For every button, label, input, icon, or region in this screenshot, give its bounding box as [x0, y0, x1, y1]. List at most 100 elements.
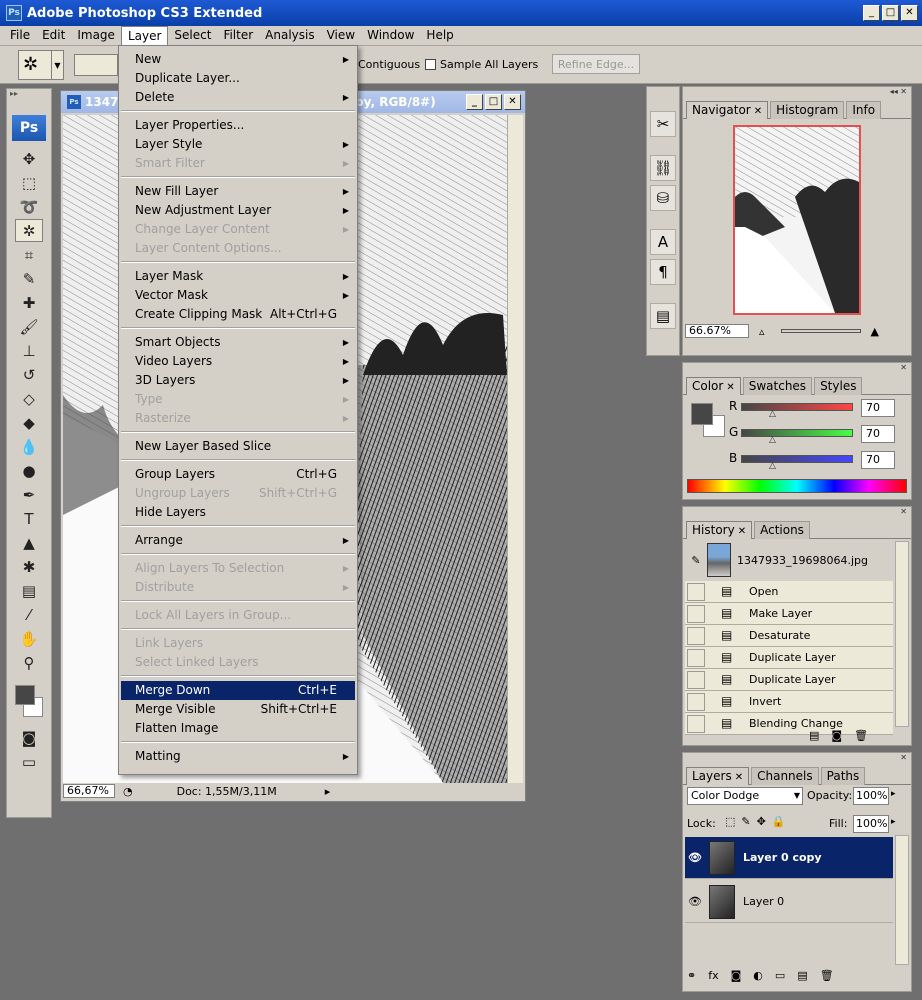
chevron-down-icon[interactable]: ▼ [51, 51, 63, 79]
menu-item-new[interactable]: New ▶ [121, 50, 355, 69]
fill-arrow-icon[interactable]: ▸ [891, 817, 896, 827]
menu-item-3d-layers[interactable]: 3D Layers ▶ [121, 371, 355, 390]
paragraph-icon[interactable]: ¶ [650, 259, 676, 285]
tab-swatches[interactable]: Swatches [742, 377, 813, 395]
close-icon[interactable]: ✕ [735, 772, 743, 783]
healing-brush-icon[interactable]: ✚ [15, 291, 43, 314]
document-vertical-scrollbar[interactable] [507, 115, 523, 783]
navigator-zoom-field[interactable]: 66.67% [685, 324, 749, 338]
history-source-checkbox[interactable] [687, 692, 705, 711]
trash-icon[interactable]: 🗑 [854, 729, 868, 742]
menu-item-merge-visible[interactable]: Merge Visible Shift+Ctrl+E [121, 700, 355, 719]
history-source-checkbox[interactable] [687, 604, 705, 623]
menu-item-layer-style[interactable]: Layer Style ▶ [121, 135, 355, 154]
status-menu-icon[interactable]: ◔ [123, 785, 133, 798]
close-icon[interactable]: ✕ [726, 382, 734, 393]
color-spectrum-ramp[interactable] [687, 479, 907, 493]
menu-item-duplicate-layer[interactable]: Duplicate Layer... [121, 69, 355, 88]
eyedropper-tool-icon[interactable]: ⁄ [15, 603, 43, 626]
menu-window[interactable]: Window [361, 26, 420, 45]
hand-tool-icon[interactable]: ✋ [15, 627, 43, 650]
menu-view[interactable]: View [321, 26, 361, 45]
menu-item-layer-properties[interactable]: Layer Properties... [121, 116, 355, 135]
history-source-checkbox[interactable] [687, 714, 705, 733]
lasso-tool-icon[interactable]: ➰ [15, 195, 43, 218]
channel-r-slider[interactable] [741, 403, 853, 411]
magic-wand-tool-icon[interactable]: ✲ [15, 219, 43, 242]
add-mask-icon[interactable]: ◙ [731, 969, 742, 982]
tab-color[interactable]: Color ✕ [686, 377, 741, 395]
menu-item-flatten-image[interactable]: Flatten Image [121, 719, 355, 738]
channel-b-value[interactable]: 70 [861, 451, 895, 469]
navigator-preview[interactable] [733, 125, 861, 315]
tab-layers[interactable]: Layers ✕ [686, 767, 750, 785]
tab-histogram[interactable]: Histogram [770, 101, 845, 119]
menu-layer[interactable]: Layer [120, 25, 169, 46]
channel-b-slider[interactable] [741, 455, 853, 463]
zoom-tool-icon[interactable]: ⚲ [15, 651, 43, 674]
menu-item-merge-down[interactable]: Merge Down Ctrl+E [121, 681, 355, 700]
history-brush-icon[interactable]: ↺ [15, 363, 43, 386]
new-document-icon[interactable]: ▤ [809, 729, 819, 742]
menu-edit[interactable]: Edit [36, 26, 71, 45]
brush-tools-icon[interactable]: ✂ [650, 111, 676, 137]
tab-actions[interactable]: Actions [754, 521, 810, 539]
toolbox-grip[interactable]: ▸▸ [7, 89, 51, 101]
clone-stamp-icon[interactable]: ⊥ [15, 339, 43, 362]
layer-row[interactable]: 👁 Layer 0 copy [685, 837, 893, 879]
color-panel-grip[interactable]: ✕ [683, 363, 911, 377]
layers-panel-grip[interactable]: ✕ [683, 753, 911, 767]
notes-tool-icon[interactable]: ▤ [15, 579, 43, 602]
tab-paths[interactable]: Paths [820, 767, 866, 785]
contiguous-option[interactable]: Contiguous [358, 58, 420, 71]
menu-image[interactable]: Image [71, 26, 121, 45]
close-icon[interactable]: ✕ [738, 526, 746, 537]
history-source-checkbox[interactable] [687, 670, 705, 689]
link-layers-icon[interactable]: ⚭ [687, 969, 696, 982]
tool-preset-picker[interactable]: ✲ ▼ [18, 50, 64, 80]
doc-maximize-button[interactable]: □ [485, 94, 502, 110]
lock-transparency-icon[interactable]: ⬚ [725, 815, 735, 828]
menu-item-hide-layers[interactable]: Hide Layers [121, 503, 355, 522]
history-snapshot-row[interactable]: ✎ 1347933_19698064.jpg [685, 541, 893, 579]
menu-item-new-layer-based-slice[interactable]: New Layer Based Slice [121, 437, 355, 456]
history-step[interactable]: ▤ Desaturate [685, 625, 893, 647]
minimize-button[interactable]: _ [863, 5, 880, 21]
channel-r-value[interactable]: 70 [861, 399, 895, 417]
channel-g-slider[interactable] [741, 429, 853, 437]
paint-bucket-icon[interactable]: ◆ [15, 411, 43, 434]
marquee-tool-icon[interactable]: ⬚ [15, 171, 43, 194]
tab-info[interactable]: Info [846, 101, 882, 119]
navigator-zoom-slider[interactable] [780, 329, 861, 333]
doc-minimize-button[interactable]: _ [466, 94, 483, 110]
history-source-checkbox[interactable] [687, 582, 705, 601]
tab-styles[interactable]: Styles [814, 377, 863, 395]
chevron-down-icon[interactable]: ▼ [794, 788, 800, 804]
opacity-field[interactable]: 100% [853, 787, 889, 805]
menu-item-smart-objects[interactable]: Smart Objects ▶ [121, 333, 355, 352]
selection-mode-buttons[interactable] [74, 54, 118, 76]
new-group-icon[interactable]: ▭ [775, 969, 785, 982]
fill-field[interactable]: 100% [853, 815, 889, 833]
menu-select[interactable]: Select [168, 26, 217, 45]
screen-mode-icon[interactable]: ▭ [15, 750, 43, 773]
channel-g-thumb[interactable]: △ [769, 435, 776, 445]
doc-close-button[interactable]: ✕ [504, 94, 521, 110]
panel-foreground-swatch[interactable] [691, 403, 713, 425]
layer-row[interactable]: 👁 Layer 0 [685, 881, 893, 923]
trash-icon[interactable]: 🗑 [820, 969, 834, 982]
eye-visibility-icon[interactable]: 👁 [685, 895, 705, 908]
menu-item-layer-mask[interactable]: Layer Mask ▶ [121, 267, 355, 286]
close-icon[interactable]: ✕ [754, 106, 762, 117]
new-snapshot-icon[interactable]: ◙ [831, 729, 842, 742]
history-step[interactable]: ▤ Duplicate Layer [685, 669, 893, 691]
menu-filter[interactable]: Filter [217, 26, 259, 45]
channel-g-value[interactable]: 70 [861, 425, 895, 443]
foreground-color-swatch[interactable] [15, 685, 35, 705]
type-tool-icon[interactable]: T [15, 507, 43, 530]
maximize-button[interactable]: □ [882, 5, 899, 21]
zoom-in-icon[interactable]: ▲ [871, 325, 879, 338]
history-source-checkbox[interactable] [687, 626, 705, 645]
menu-item-arrange[interactable]: Arrange ▶ [121, 531, 355, 550]
menu-help[interactable]: Help [420, 26, 459, 45]
